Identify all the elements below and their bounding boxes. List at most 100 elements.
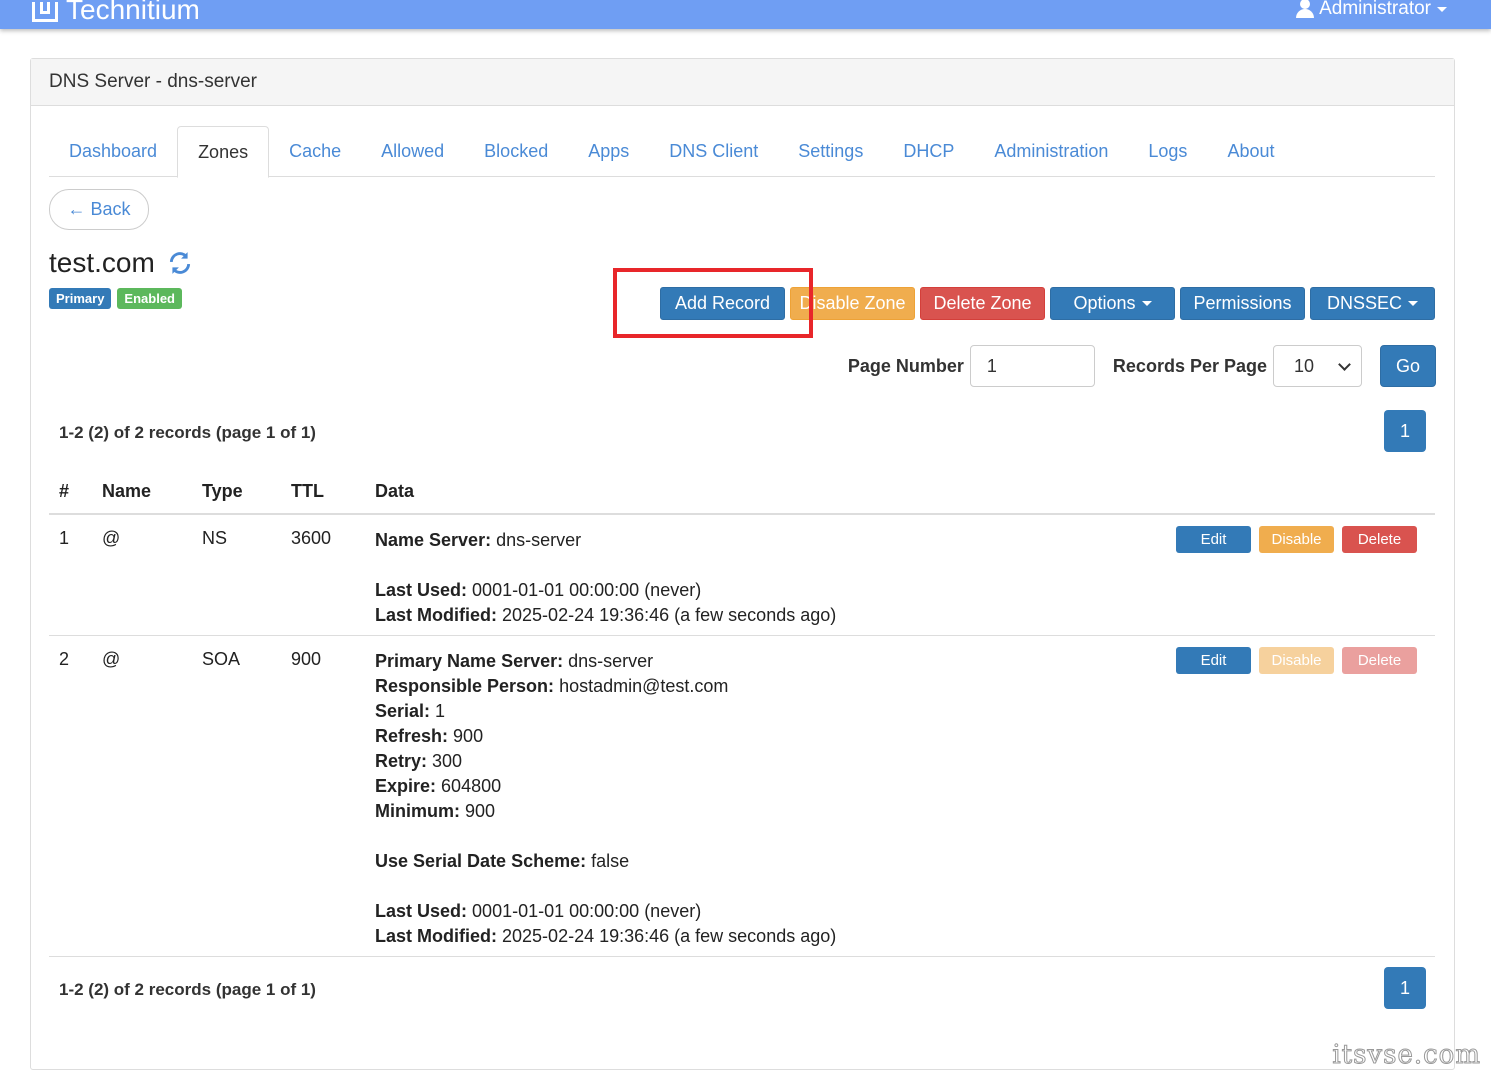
tab-dashboard[interactable]: Dashboard <box>49 126 177 177</box>
col-num: # <box>59 481 70 501</box>
record-num: 2 <box>59 649 70 669</box>
records-table: # Name Type TTL Data 1 @ NS 3600 Name Se… <box>49 473 1435 957</box>
main-tabs: Dashboard Zones Cache Allowed Blocked Ap… <box>49 126 1435 178</box>
panel-title: DNS Server - dns-server <box>31 59 1454 106</box>
edit-button[interactable]: Edit <box>1176 647 1251 674</box>
options-button[interactable]: Options <box>1050 287 1175 320</box>
technitium-logo-icon <box>32 0 60 24</box>
field-value: dns-server <box>568 651 654 671</box>
tab-blocked[interactable]: Blocked <box>464 126 568 177</box>
field-label: Name Server: <box>375 530 492 550</box>
tab-about[interactable]: About <box>1207 126 1294 177</box>
record-num: 1 <box>59 528 70 548</box>
record-name: @ <box>102 649 121 669</box>
delete-zone-button[interactable]: Delete Zone <box>920 287 1045 320</box>
col-type: Type <box>202 481 243 501</box>
records-summary-top: 1-2 (2) of 2 records (page 1 of 1) <box>59 423 316 442</box>
tab-settings[interactable]: Settings <box>778 126 883 177</box>
field-label: Serial: <box>375 701 431 721</box>
watermark: itsvse.com <box>1332 1040 1481 1071</box>
field-label: Primary Name Server: <box>375 651 564 671</box>
main-panel: DNS Server - dns-server Dashboard Zones … <box>30 58 1455 1070</box>
field-value: 0001-01-01 00:00:00 (never) <box>472 901 702 921</box>
tab-cache[interactable]: Cache <box>269 126 361 177</box>
top-navbar: Technitium Administrator <box>0 0 1491 29</box>
permissions-button[interactable]: Permissions <box>1180 287 1305 320</box>
field-value: false <box>591 851 630 871</box>
col-name: Name <box>102 481 152 501</box>
record-name: @ <box>102 528 121 548</box>
disable-button[interactable]: Disable <box>1259 647 1334 674</box>
field-label: Last Modified: <box>375 926 497 946</box>
page-number-label: Page Number <box>847 355 964 376</box>
pagination-page-1-top[interactable]: 1 <box>1384 410 1426 452</box>
records-per-page-value: 10 <box>1294 355 1315 376</box>
records-summary-bottom: 1-2 (2) of 2 records (page 1 of 1) <box>59 980 316 999</box>
record-data: Name Server: dns-server Last Used: 0001-… <box>375 528 836 628</box>
caret-down-icon <box>1437 6 1447 12</box>
field-label: Responsible Person: <box>375 676 555 696</box>
field-label: Minimum: <box>375 801 460 821</box>
field-value: 0001-01-01 00:00:00 (never) <box>472 580 702 600</box>
dnssec-label: DNSSEC <box>1326 293 1402 313</box>
edit-button[interactable]: Edit <box>1176 526 1251 553</box>
field-value: 1 <box>435 701 446 721</box>
table-header: # Name Type TTL Data <box>49 473 1435 515</box>
tab-apps[interactable]: Apps <box>568 126 649 177</box>
user-menu[interactable]: Administrator <box>1295 0 1447 20</box>
disable-button[interactable]: Disable <box>1259 526 1334 553</box>
field-value: hostadmin@test.com <box>559 676 729 696</box>
tab-dhcp[interactable]: DHCP <box>883 126 974 177</box>
record-type: NS <box>202 528 228 548</box>
dnssec-button[interactable]: DNSSEC <box>1310 287 1435 320</box>
record-ttl: 900 <box>291 649 322 669</box>
chevron-down-icon <box>1338 357 1351 371</box>
delete-button[interactable]: Delete <box>1342 526 1417 553</box>
go-button[interactable]: Go <box>1380 345 1436 387</box>
field-value: 604800 <box>441 776 502 796</box>
user-name: Administrator <box>1319 0 1431 19</box>
row-actions: Edit Disable Delete <box>1176 647 1417 674</box>
tab-dns-client[interactable]: DNS Client <box>649 126 778 177</box>
tab-zones[interactable]: Zones <box>177 126 270 178</box>
field-label: Retry: <box>375 751 428 771</box>
table-row: 2 @ SOA 900 Primary Name Server: dns-ser… <box>49 636 1435 957</box>
user-icon <box>1295 0 1315 19</box>
pagination-page-1-bottom[interactable]: 1 <box>1384 967 1426 1009</box>
brand[interactable]: Technitium <box>32 0 200 26</box>
tab-allowed[interactable]: Allowed <box>361 126 464 177</box>
field-value: 900 <box>465 801 496 821</box>
col-ttl: TTL <box>291 481 324 501</box>
record-data: Primary Name Server: dns-server Responsi… <box>375 649 836 949</box>
page-number-input[interactable] <box>969 345 1095 387</box>
record-type: SOA <box>202 649 241 669</box>
field-label: Last Used: <box>375 580 468 600</box>
field-value: 900 <box>453 726 484 746</box>
records-per-page-label: Records Per Page <box>1112 355 1267 376</box>
tab-logs[interactable]: Logs <box>1128 126 1207 177</box>
paging-controls: Page Number Records Per Page 10 Go <box>848 345 1436 387</box>
table-row: 1 @ NS 3600 Name Server: dns-server Last… <box>49 515 1435 636</box>
tab-administration[interactable]: Administration <box>974 126 1128 177</box>
brand-name: Technitium <box>66 0 200 25</box>
field-value: dns-server <box>496 530 582 550</box>
col-data: Data <box>375 481 415 501</box>
zone-title: test.com <box>49 247 193 279</box>
field-value: 2025-02-24 19:36:46 (a few seconds ago) <box>502 605 837 625</box>
back-button[interactable]: ← Back <box>49 189 149 230</box>
zone-type-badge: Primary <box>49 288 112 309</box>
caret-down-icon <box>1141 301 1152 306</box>
options-label: Options <box>1073 293 1136 313</box>
field-value: 300 <box>432 751 463 771</box>
record-ttl: 3600 <box>291 528 332 548</box>
delete-button[interactable]: Delete <box>1342 647 1417 674</box>
refresh-icon[interactable] <box>167 250 193 276</box>
zone-labels: Primary Enabled <box>49 288 182 309</box>
zone-name: test.com <box>49 247 155 278</box>
caret-down-icon <box>1408 301 1418 306</box>
field-label: Use Serial Date Scheme: <box>375 851 587 871</box>
field-value: 2025-02-24 19:36:46 (a few seconds ago) <box>502 926 837 946</box>
records-per-page-select[interactable]: 10 <box>1273 345 1362 387</box>
highlight-box <box>613 268 813 338</box>
row-actions: Edit Disable Delete <box>1176 526 1417 553</box>
